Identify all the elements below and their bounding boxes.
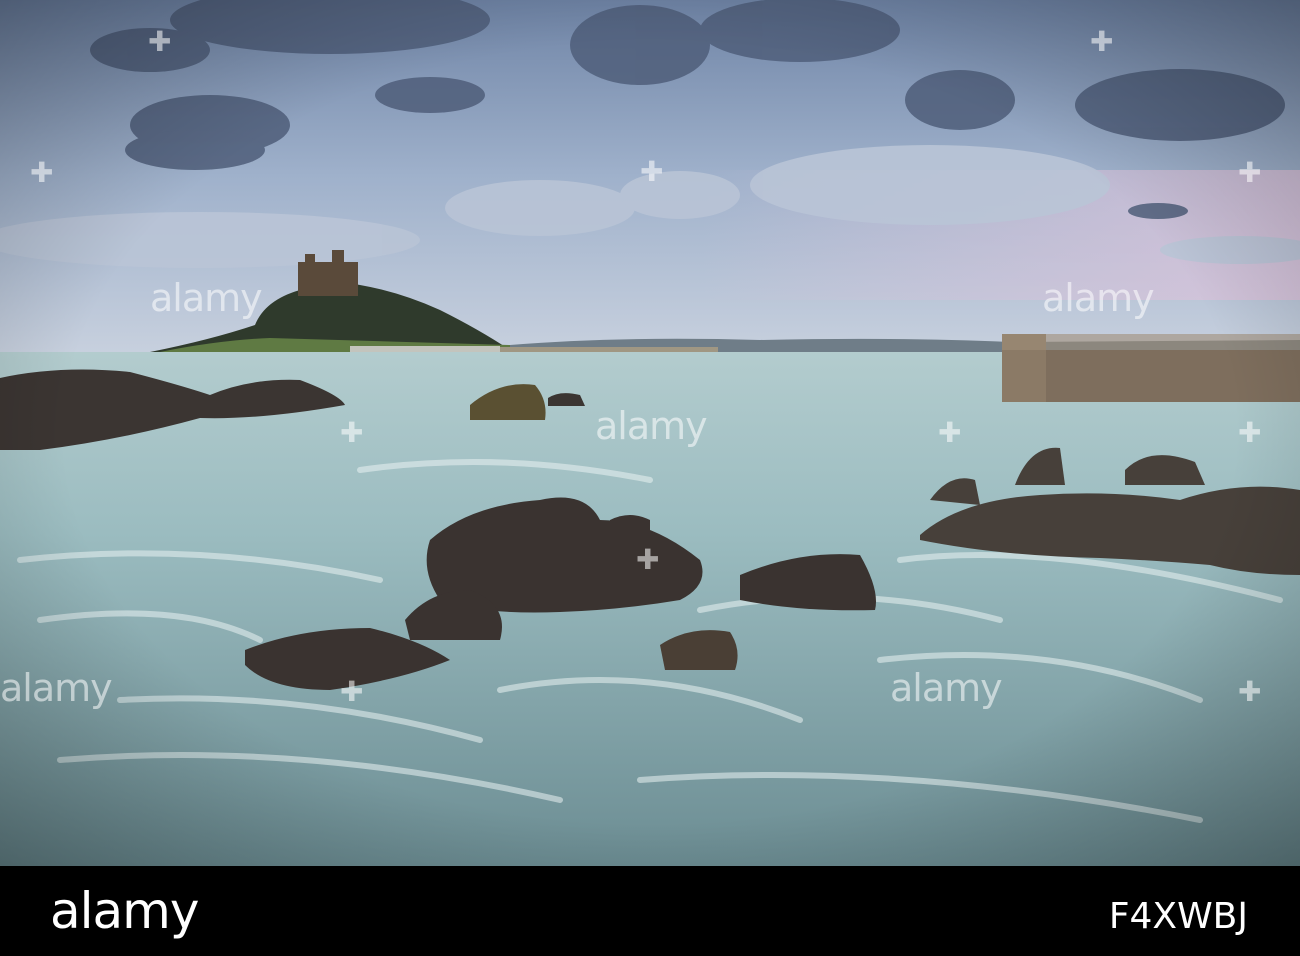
watermark-icon: ✚ [30, 156, 53, 189]
watermark-icon: ✚ [340, 675, 363, 708]
watermark-text: alamy [1042, 276, 1155, 320]
watermark-icon: ✚ [1238, 156, 1261, 189]
watermark-icon: ✚ [938, 416, 961, 449]
watermark-text: alamy [0, 666, 113, 710]
watermark-icon: ✚ [1238, 416, 1261, 449]
watermark-text: alamy [150, 276, 263, 320]
watermark-icon: ✚ [636, 543, 659, 576]
watermark-text: alamy [890, 666, 1003, 710]
footer-logo: alamy [50, 882, 199, 940]
image-id: F4XWBJ [1108, 896, 1248, 937]
watermark-icon: ✚ [148, 25, 171, 58]
watermark-icon: ✚ [340, 416, 363, 449]
watermark-icon: ✚ [1238, 675, 1261, 708]
stock-photo-frame: alamy alamy alamy alamy alamy ✚ ✚ ✚ ✚ ✚ … [0, 0, 1300, 956]
watermark-icon: ✚ [1090, 25, 1113, 58]
watermark-text: alamy [595, 404, 708, 448]
watermark-icon: ✚ [640, 155, 663, 188]
